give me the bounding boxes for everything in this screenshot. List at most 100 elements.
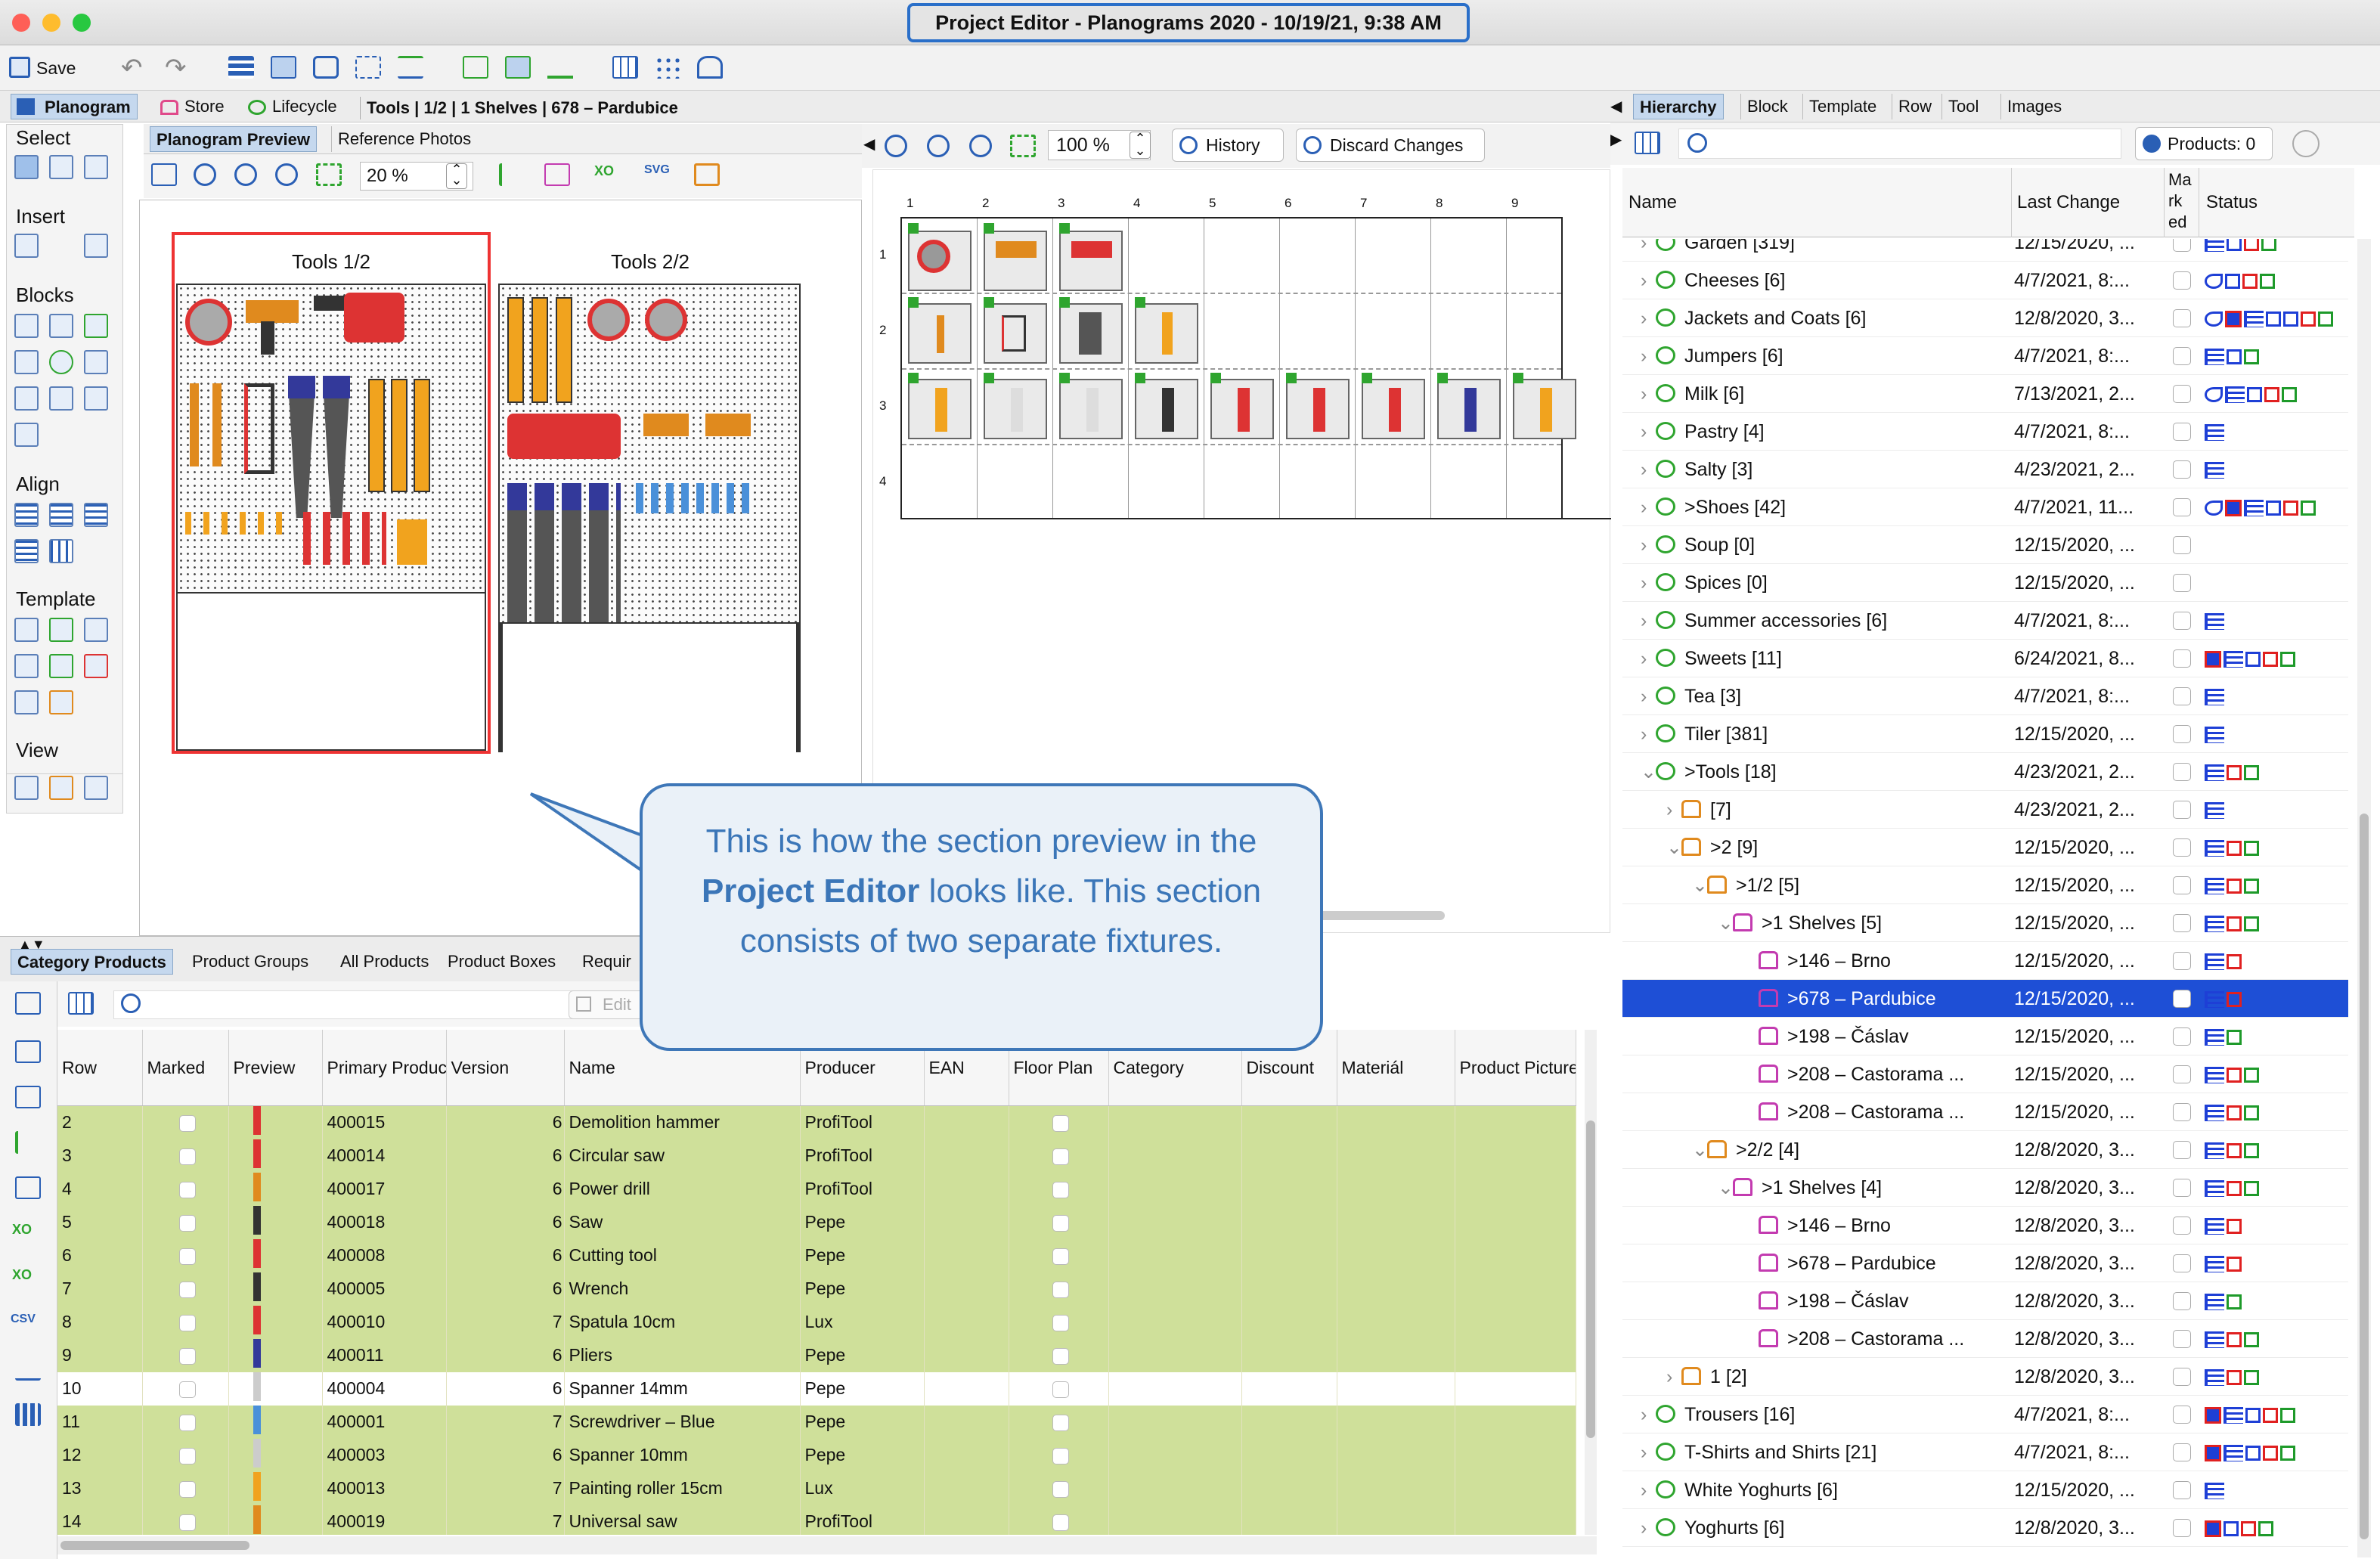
table-row[interactable]: 5 400018 6 Saw Pepe — [57, 1205, 1576, 1239]
marked-cell[interactable] — [142, 1272, 229, 1306]
tab-hierarchy[interactable]: Hierarchy — [1633, 94, 1724, 119]
column-header[interactable]: Version — [446, 1030, 565, 1106]
marked-cell[interactable] — [142, 1238, 229, 1272]
marked-checkbox[interactable] — [179, 1480, 196, 1498]
marked-checkbox[interactable] — [2173, 838, 2191, 857]
expand-toggle-icon[interactable]: ⌄ — [1718, 1169, 1734, 1207]
tree-row[interactable]: › Yoghurts [6] 12/8/2020, 3... — [1622, 1509, 2348, 1547]
tree-row[interactable]: ⌄ >1 Shelves [5] 12/15/2020, ... — [1622, 904, 2348, 942]
expand-toggle-icon[interactable]: › — [1641, 451, 1647, 488]
tab-reference-photos[interactable]: Reference Photos — [331, 126, 477, 152]
handsaw-product-2[interactable] — [323, 382, 350, 518]
template-b-icon[interactable] — [49, 618, 73, 642]
marked-checkbox[interactable] — [2173, 1103, 2191, 1121]
export-xlsx-icon[interactable]: XO — [12, 1222, 32, 1238]
tree-row[interactable]: >678 – Pardubice 12/15/2020, ... — [1622, 980, 2348, 1018]
tree-row[interactable]: >146 – Brno 12/15/2020, ... — [1622, 942, 2348, 980]
block-a-icon[interactable] — [14, 314, 39, 338]
layout-rows-icon[interactable] — [228, 56, 254, 79]
marked-cell[interactable] — [142, 1471, 229, 1505]
tree-row[interactable]: >678 – Pardubice 12/8/2020, 3... — [1622, 1244, 2348, 1282]
col-marked[interactable]: Ma rk ed — [2168, 169, 2196, 233]
tree-row[interactable]: › Spices [0] 12/15/2020, ... — [1622, 564, 2348, 602]
drill-product-3[interactable] — [705, 414, 751, 436]
chart-tool-icon[interactable] — [544, 163, 570, 186]
products-search-input[interactable] — [113, 990, 612, 1019]
table-row[interactable]: 8 400010 7 Spatula 10cm Lux — [57, 1305, 1576, 1339]
zoom-stepper[interactable]: ⌃ ⌄ — [446, 163, 467, 189]
fixture-tool-icon[interactable] — [694, 163, 720, 186]
zoom-all-icon[interactable] — [316, 163, 342, 186]
table-row[interactable]: 7 400005 6 Wrench Pepe — [57, 1272, 1576, 1306]
template-e-icon[interactable] — [49, 654, 73, 678]
collapse-left-icon[interactable]: ◀ — [863, 135, 875, 153]
marked-checkbox[interactable] — [179, 1148, 196, 1165]
view-text-icon[interactable] — [14, 776, 39, 800]
block-d-icon[interactable] — [84, 350, 108, 374]
column-header[interactable]: Row — [57, 1030, 143, 1106]
tree-row[interactable]: >146 – Brno 12/8/2020, 3... — [1622, 1207, 2348, 1244]
export-svg-icon[interactable]: SVG — [644, 163, 670, 177]
collapse-right-icon[interactable]: ◀ — [1610, 97, 1622, 116]
tree-row[interactable]: >208 – Castorama ... 12/15/2020, ... — [1622, 1055, 2348, 1093]
tree-row[interactable]: ⌄ >1/2 [5] 12/15/2020, ... — [1622, 866, 2348, 904]
hierarchy-v-scrollbar[interactable] — [2357, 239, 2371, 1557]
slot-r2-c2[interactable] — [984, 303, 1047, 364]
marked-checkbox[interactable] — [2173, 1065, 2191, 1083]
marked-checkbox[interactable] — [2173, 612, 2191, 630]
view-list-icon[interactable] — [84, 776, 108, 800]
editor-zoom-all-icon[interactable] — [1010, 135, 1036, 157]
check-all-icon[interactable] — [15, 992, 41, 1015]
align-columns-icon[interactable] — [49, 539, 73, 563]
select-grid-icon[interactable] — [49, 155, 73, 179]
select-area-icon[interactable] — [84, 155, 108, 179]
marked-checkbox[interactable] — [2173, 1330, 2191, 1348]
marked-checkbox[interactable] — [2173, 574, 2191, 592]
table-icon[interactable] — [612, 56, 638, 79]
tree-row[interactable]: › Cheeses [6] 4/7/2021, 8:... — [1622, 262, 2348, 299]
export-icon[interactable] — [15, 1358, 41, 1381]
hammer-drill-product[interactable] — [344, 293, 404, 342]
marked-checkbox[interactable] — [179, 1514, 196, 1531]
minimize-window-button[interactable] — [42, 14, 60, 32]
zoom-in-icon[interactable] — [194, 163, 216, 186]
marked-checkbox[interactable] — [2173, 1254, 2191, 1272]
export-csv-icon[interactable]: CSV — [11, 1313, 36, 1326]
slot-r3-c7[interactable] — [1362, 379, 1425, 439]
block-cube-icon[interactable] — [84, 314, 108, 338]
marked-checkbox[interactable] — [2173, 423, 2191, 441]
table-row[interactable]: 2 400015 6 Demolition hammer ProfiTool — [57, 1105, 1576, 1139]
floor-plan-cell[interactable] — [1009, 1238, 1109, 1272]
floor-plan-checkbox[interactable] — [1052, 1447, 1069, 1464]
marked-checkbox[interactable] — [2173, 347, 2191, 365]
marked-checkbox[interactable] — [2173, 876, 2191, 894]
pointer-tool-icon[interactable] — [499, 163, 525, 186]
marked-checkbox[interactable] — [2173, 536, 2191, 554]
block-move-icon[interactable] — [14, 386, 39, 411]
floor-plan-checkbox[interactable] — [1052, 1314, 1069, 1331]
slot-r1-c2[interactable] — [984, 231, 1047, 291]
marked-checkbox[interactable] — [2173, 1406, 2191, 1424]
expand-toggle-icon[interactable]: › — [1641, 299, 1647, 337]
tree-row[interactable]: › Pastry [4] 4/7/2021, 8:... — [1622, 413, 2348, 451]
editor-zoom-fit-icon[interactable] — [969, 135, 992, 157]
marked-checkbox[interactable] — [2173, 1481, 2191, 1499]
align-left-icon[interactable] — [14, 503, 39, 527]
marked-checkbox[interactable] — [2173, 1443, 2191, 1461]
column-header[interactable]: Materiál — [1337, 1030, 1455, 1106]
marked-checkbox[interactable] — [2173, 763, 2191, 781]
expand-toggle-icon[interactable]: › — [1641, 337, 1647, 375]
redo-icon[interactable]: ↷ — [165, 53, 187, 83]
marked-checkbox[interactable] — [179, 1248, 196, 1265]
hand-tools-product[interactable] — [303, 512, 386, 565]
hammer-drill-product-2[interactable] — [507, 414, 621, 459]
block-b-icon[interactable] — [49, 314, 73, 338]
table-row[interactable]: 14 400019 7 Universal saw ProfiTool — [57, 1505, 1576, 1535]
template-c-icon[interactable] — [84, 618, 108, 642]
align-justify-icon[interactable] — [14, 539, 39, 563]
close-window-button[interactable] — [12, 14, 30, 32]
column-header[interactable]: Marked — [142, 1030, 229, 1106]
slot-r3-c9[interactable] — [1513, 379, 1576, 439]
floor-plan-cell[interactable] — [1009, 1305, 1109, 1339]
marked-checkbox[interactable] — [2173, 1217, 2191, 1235]
